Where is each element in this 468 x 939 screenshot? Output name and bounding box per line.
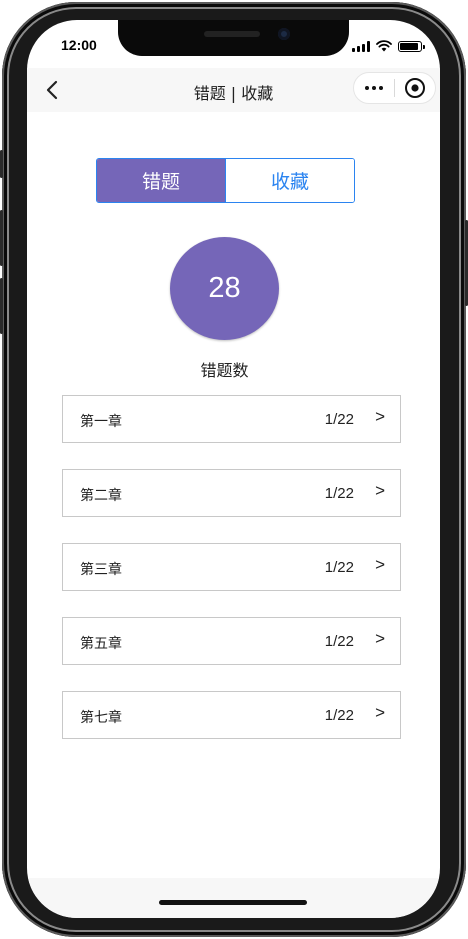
- chapter-item[interactable]: 第一章 1/22 >: [62, 395, 401, 443]
- status-icons: [352, 40, 425, 52]
- chapter-item[interactable]: 第二章 1/22 >: [62, 469, 401, 517]
- more-dots-icon[interactable]: [354, 73, 394, 103]
- tab-favorites[interactable]: 收藏: [225, 159, 354, 202]
- chevron-right-icon: >: [375, 555, 385, 574]
- signal-icon: [352, 40, 370, 52]
- chevron-right-icon: >: [375, 703, 385, 722]
- chapter-item[interactable]: 第七章 1/22 >: [62, 691, 401, 739]
- home-indicator-area: [27, 878, 440, 918]
- volume-down-button: [0, 278, 3, 334]
- status-time: 12:00: [61, 37, 97, 53]
- phone-screen: 12:00 错题 | 收藏 错题 收藏 28 错题数 第一章 1/22 > 第二…: [27, 20, 440, 918]
- chapter-name: 第三章: [80, 562, 122, 578]
- chapter-name: 第一章: [80, 414, 122, 430]
- tab-wrong-questions[interactable]: 错题: [97, 159, 225, 202]
- chapter-count: 1/22: [324, 633, 354, 650]
- chapter-count: 1/22: [324, 485, 354, 502]
- chapter-item[interactable]: 第五章 1/22 >: [62, 617, 401, 665]
- chapter-list: 第一章 1/22 > 第二章 1/22 > 第三章 1/22 > 第五章 1/2…: [62, 395, 401, 765]
- chapter-item[interactable]: 第三章 1/22 >: [62, 543, 401, 591]
- mini-program-capsule: [353, 72, 436, 104]
- chevron-right-icon: >: [375, 481, 385, 500]
- segmented-tabs: 错题 收藏: [96, 158, 355, 203]
- chapter-name: 第五章: [80, 636, 122, 652]
- wrong-count-label: 错题数: [200, 361, 249, 380]
- battery-icon: [398, 40, 425, 52]
- nav-bar: 错题 | 收藏: [27, 68, 440, 112]
- chapter-count: 1/22: [324, 411, 354, 428]
- mute-switch: [0, 150, 3, 178]
- battery-fill: [400, 42, 418, 50]
- home-indicator[interactable]: [159, 900, 307, 905]
- chapter-name: 第七章: [80, 710, 122, 726]
- notch: [118, 20, 349, 56]
- wifi-icon: [376, 40, 392, 52]
- target-circle-icon[interactable]: [395, 73, 435, 103]
- speaker: [204, 31, 260, 37]
- wrong-count-badge: 28: [170, 237, 279, 340]
- chevron-right-icon: >: [375, 629, 385, 648]
- chevron-right-icon: >: [375, 407, 385, 426]
- chapter-name: 第二章: [80, 488, 122, 504]
- volume-up-button: [0, 210, 3, 266]
- front-camera: [278, 28, 290, 40]
- chapter-count: 1/22: [324, 559, 354, 576]
- chapter-count: 1/22: [324, 707, 354, 724]
